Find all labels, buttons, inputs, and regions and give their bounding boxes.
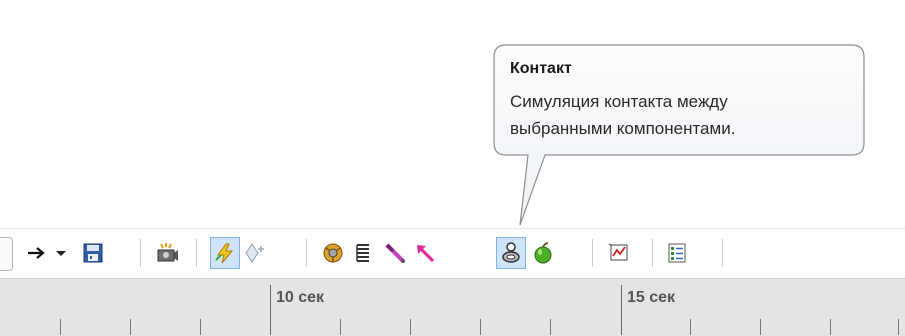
ruler-minor-tick bbox=[130, 319, 131, 335]
properties-icon[interactable] bbox=[662, 237, 692, 269]
ruler-minor-tick bbox=[690, 319, 691, 335]
arrow-right-icon[interactable] bbox=[22, 237, 52, 269]
tooltip-body: Симуляция контакта между выбранными комп… bbox=[510, 88, 850, 142]
motor-icon[interactable] bbox=[318, 237, 348, 269]
ruler-minor-tick bbox=[898, 319, 899, 335]
gravity-icon[interactable] bbox=[528, 237, 558, 269]
toolbar-separator bbox=[722, 239, 723, 267]
calculate-icon[interactable] bbox=[210, 237, 240, 269]
toolbar-separator bbox=[196, 239, 197, 267]
key-point-icon[interactable] bbox=[240, 237, 270, 269]
toolbar-separator bbox=[140, 239, 141, 267]
tooltip-line-1: Симуляция контакта между bbox=[510, 92, 728, 111]
toolbar-separator bbox=[306, 239, 307, 267]
timeline-ruler[interactable]: 10 сек 15 сек bbox=[0, 278, 905, 336]
motion-toolbar bbox=[0, 228, 905, 277]
ruler-minor-tick bbox=[830, 319, 831, 335]
ruler-minor-tick bbox=[60, 319, 61, 335]
ruler-minor-tick bbox=[480, 319, 481, 335]
tooltip-line-2: выбранными компонентами. bbox=[510, 119, 736, 138]
camera-icon[interactable] bbox=[152, 237, 182, 269]
tooltip-title: Контакт bbox=[510, 60, 572, 77]
results-plot-icon[interactable] bbox=[604, 237, 634, 269]
toolbar-separator bbox=[592, 239, 593, 267]
ruler-minor-tick bbox=[410, 319, 411, 335]
ruler-minor-tick bbox=[340, 319, 341, 335]
ruler-label-10: 10 сек bbox=[276, 289, 325, 306]
dropdown-chevron-icon[interactable] bbox=[50, 237, 72, 269]
save-animation-icon[interactable] bbox=[78, 237, 108, 269]
ruler-major-tick bbox=[621, 285, 622, 335]
ruler-label-15: 15 сек bbox=[627, 289, 676, 306]
contact-icon[interactable] bbox=[496, 237, 526, 269]
damper-icon[interactable] bbox=[380, 237, 410, 269]
toolbar-separator bbox=[652, 239, 653, 267]
ruler-minor-tick bbox=[760, 319, 761, 335]
spring-icon[interactable] bbox=[348, 237, 378, 269]
toolbar-left-edge bbox=[0, 237, 13, 271]
ruler-minor-tick bbox=[550, 319, 551, 335]
ruler-major-tick bbox=[270, 285, 271, 335]
ruler-minor-tick bbox=[200, 319, 201, 335]
force-icon[interactable] bbox=[410, 237, 440, 269]
